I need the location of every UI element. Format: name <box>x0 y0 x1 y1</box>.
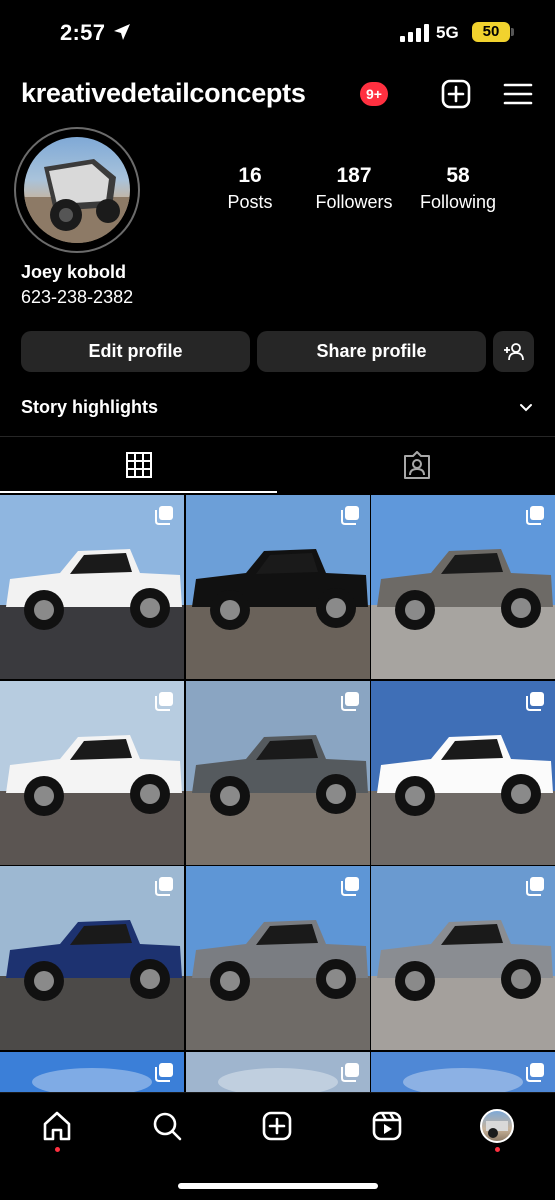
username-switcher[interactable]: kreativedetailconcepts <box>21 78 306 109</box>
multiple-photos-icon <box>340 1062 359 1082</box>
cellular-signal-icon <box>400 24 429 42</box>
post-thumbnail[interactable] <box>371 866 555 1050</box>
tagged-user-icon <box>403 451 430 479</box>
following-label: Following <box>419 192 497 212</box>
status-bar: 2:57 5G 50 <box>0 0 555 66</box>
post-thumbnail[interactable] <box>0 495 184 679</box>
battery-cap <box>511 28 514 36</box>
home-indicator <box>178 1183 378 1189</box>
search-icon[interactable] <box>150 1109 184 1143</box>
edit-profile-button[interactable]: Edit profile <box>21 331 250 372</box>
profile-avatar[interactable] <box>14 127 140 253</box>
post-thumbnail[interactable] <box>185 866 370 1050</box>
multiple-photos-icon <box>340 506 359 525</box>
multiple-photos-icon <box>340 877 359 896</box>
active-tab-indicator <box>0 491 277 493</box>
followers-label: Followers <box>315 192 393 212</box>
tab-tagged[interactable] <box>278 437 555 493</box>
post-thumbnail[interactable] <box>0 680 184 865</box>
post-thumbnail[interactable] <box>0 866 184 1050</box>
chevron-down-icon[interactable] <box>518 402 534 414</box>
battery-icon: 50 <box>472 22 510 42</box>
multiple-photos-icon <box>155 506 173 525</box>
post-thumbnail[interactable] <box>185 495 370 679</box>
post-thumbnail[interactable] <box>185 680 370 865</box>
following-count[interactable]: 58 Following <box>408 164 508 213</box>
network-type: 5G <box>436 23 459 42</box>
followers-count[interactable]: 187 Followers <box>304 164 404 213</box>
multiple-photos-icon <box>526 877 544 896</box>
bio-phone[interactable]: 623-238-2382 <box>21 287 133 308</box>
multiple-photos-icon <box>526 1062 544 1082</box>
discover-people-button[interactable] <box>493 331 534 372</box>
multiple-photos-icon <box>155 1062 173 1082</box>
share-profile-button[interactable]: Share profile <box>257 331 486 372</box>
posts-label: Posts <box>227 192 273 212</box>
location-arrow-icon <box>114 24 130 40</box>
profile-header: kreativedetailconcepts 9+ <box>0 72 555 118</box>
grid-icon <box>125 452 152 478</box>
profile-notification-dot <box>495 1147 500 1152</box>
posts-number: 16 <box>238 164 262 187</box>
create-post-icon[interactable] <box>440 78 472 110</box>
following-number: 58 <box>446 164 470 187</box>
post-thumbnail[interactable] <box>371 680 555 865</box>
multiple-photos-icon <box>155 877 173 896</box>
reels-icon[interactable] <box>370 1109 404 1143</box>
home-icon[interactable] <box>40 1109 74 1143</box>
post-thumbnail[interactable] <box>371 495 555 679</box>
multiple-photos-icon <box>155 691 173 711</box>
display-name: Joey kobold <box>21 262 127 282</box>
profile-avatar-icon[interactable] <box>480 1109 514 1143</box>
followers-number: 187 <box>336 164 372 187</box>
add-person-icon <box>503 343 524 361</box>
add-post-icon[interactable] <box>260 1109 294 1143</box>
status-time: 2:57 <box>60 20 106 45</box>
posts-count[interactable]: 16 Posts <box>200 164 300 213</box>
home-active-dot <box>55 1147 60 1152</box>
multiple-photos-icon <box>340 691 359 711</box>
tab-posts-grid[interactable] <box>0 437 277 493</box>
story-highlights-label[interactable]: Story highlights <box>21 397 158 418</box>
hamburger-menu-icon[interactable] <box>502 78 534 110</box>
multiple-photos-icon <box>526 506 544 525</box>
multiple-photos-icon <box>526 691 544 711</box>
notification-badge[interactable]: 9+ <box>360 82 388 106</box>
avatar-photo <box>24 137 130 243</box>
